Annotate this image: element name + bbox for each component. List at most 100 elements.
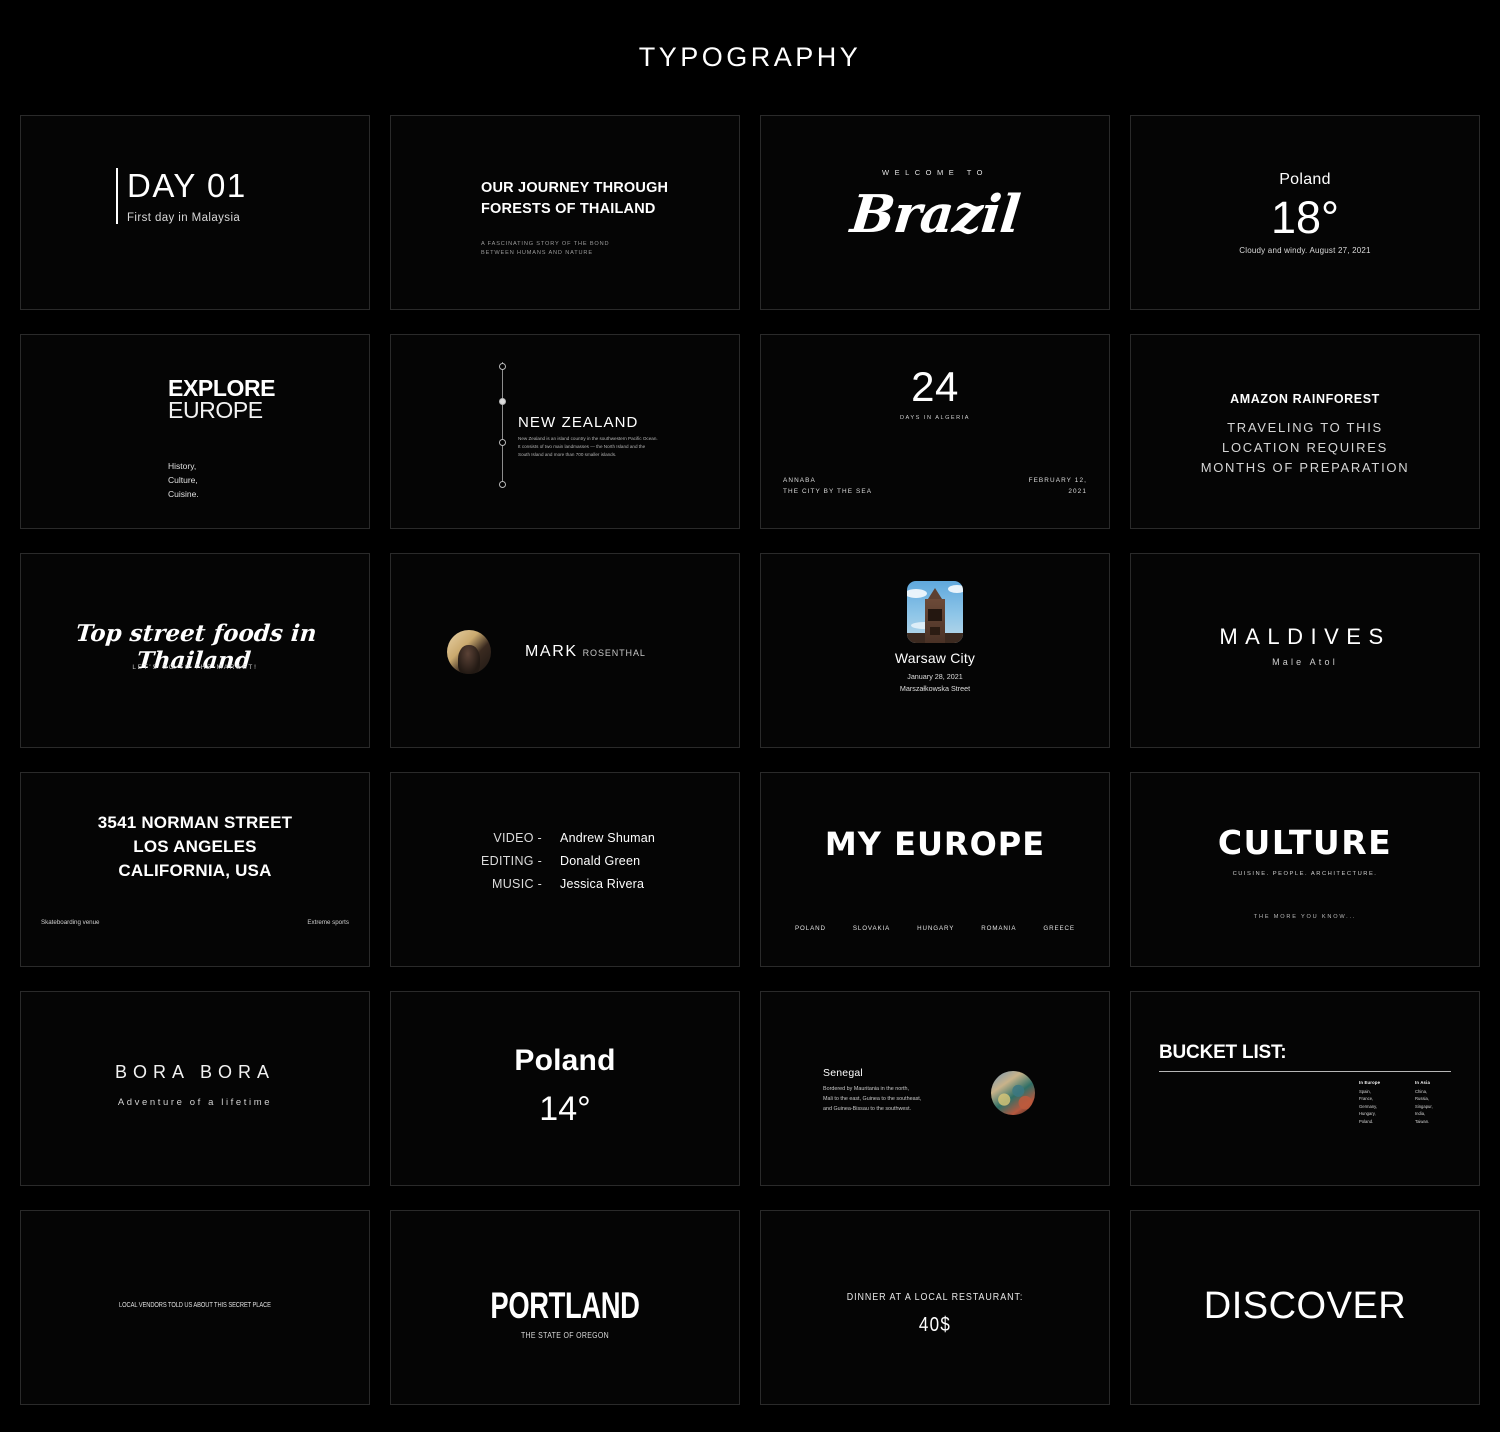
slide-card-culture[interactable]: CULTURE CUISINE. PEOPLE. ARCHITECTURE. T…	[1130, 772, 1480, 967]
slide-card-dinner-price[interactable]: DINNER AT A LOCAL RESTAURANT: 40$	[760, 1210, 1110, 1405]
slide-card-new-zealand[interactable]: NEW ZEALAND New Zealand is an island cou…	[390, 334, 740, 529]
credit-role: EDITING -	[481, 854, 543, 868]
portland-title: PORTLAND	[490, 1285, 640, 1326]
amazon-body-line-1: TRAVELING TO THIS	[1227, 420, 1383, 435]
maldives-subtitle: Male Atol	[1272, 657, 1338, 667]
senegal-body-line-3: and Guinea-Bissau to the southwest.	[823, 1106, 912, 1112]
slide-card-my-europe[interactable]: MY EUROPE POLAND SLOVAKIA HUNGARY ROMANI…	[760, 772, 1110, 967]
amazon-title: AMAZON RAINFOREST	[1230, 392, 1380, 406]
slide-card-credits[interactable]: VIDEO - Andrew Shuman EDITING - Donald G…	[390, 772, 740, 967]
slide-card-poland-weather-14[interactable]: Poland 14°	[390, 991, 740, 1186]
poland14-temperature: 14°	[539, 1090, 591, 1128]
journey-subtitle: A FASCINATING STORY OF THE BOND BETWEEN …	[481, 240, 609, 258]
page-title: TYPOGRAPHY	[638, 42, 862, 72]
myeurope-title: MY EUROPE	[824, 825, 1046, 863]
country-item: POLAND	[795, 925, 826, 932]
slide-card-bora-bora[interactable]: BORA BORA Adventure of a lifetime	[20, 991, 370, 1186]
dinner-price: 40$	[918, 1314, 952, 1336]
algeria-date-line-2: 2021	[1068, 488, 1087, 496]
slide-grid: DAY 01 First day in Malaysia OUR JOURNEY…	[0, 115, 1500, 1405]
timeline-dot-active-icon	[499, 398, 506, 405]
timeline-rule	[502, 362, 503, 484]
timeline-dot-icon	[499, 439, 506, 446]
slide-card-algeria-24-days[interactable]: 24 DAYS IN ALGERIA ANNABA THE CITY BY TH…	[760, 334, 1110, 529]
bucketlist-columns: In Europe Spain, France, Germany, Hungar…	[1359, 1080, 1451, 1125]
person-first-name: MARK	[525, 643, 578, 660]
slide-card-portland[interactable]: PORTLAND THE STATE OF OREGON	[390, 1210, 740, 1405]
cloud-shape	[948, 585, 963, 593]
slide-card-thai-street-food[interactable]: Top street foods in Thailand LET'S GO TO…	[20, 553, 370, 748]
bucketlist-column-items: China, Russia, Singapur, India, Taiwan.	[1415, 1089, 1433, 1124]
address-tag-right: Extreme sports	[307, 919, 349, 926]
explore-keyword-list: History, Culture, Cuisine.	[168, 460, 199, 501]
day01-title: DAY 01	[127, 167, 247, 204]
culture-title: CULTURE	[1217, 823, 1393, 862]
credit-name: Donald Green	[560, 854, 641, 868]
bucketlist-column-asia: In Asia China, Russia, Singapur, India, …	[1415, 1080, 1451, 1125]
journey-subtitle-line-2: BETWEEN HUMANS AND NATURE	[481, 250, 593, 257]
culture-footer: THE MORE YOU KNOW...	[1253, 914, 1357, 920]
slide-card-warsaw-city[interactable]: Warsaw City January 28, 2021 Marszałkows…	[760, 553, 1110, 748]
newzealand-body: New Zealand is an island country in the …	[518, 436, 658, 458]
slide-card-maldives[interactable]: MALDIVES Male Atol	[1130, 553, 1480, 748]
discover-title: DISCOVER	[1203, 1285, 1407, 1327]
day01-block: DAY 01 First day in Malaysia	[116, 167, 247, 224]
credits-table: VIDEO - Andrew Shuman EDITING - Donald G…	[481, 831, 655, 891]
horizontal-rule-divider	[1159, 1071, 1451, 1072]
slide-card-day-01[interactable]: DAY 01 First day in Malaysia	[20, 115, 370, 310]
country-item: SLOVAKIA	[852, 925, 891, 932]
explore-keyword-3: Cuisine.	[168, 488, 199, 499]
myeurope-country-list: POLAND SLOVAKIA HUNGARY ROMANIA GREECE	[795, 925, 1075, 932]
country-item: ROMANIA	[981, 925, 1017, 932]
slide-card-mark-rosenthal[interactable]: MARK ROSENTHAL	[390, 553, 740, 748]
amazon-body-line-2: LOCATION REQUIRES	[1222, 439, 1388, 455]
portland-subtitle: THE STATE OF OREGON	[520, 1330, 610, 1340]
slide-card-explore-europe[interactable]: EXPLORE EUROPE History, Culture, Cuisine…	[20, 334, 370, 529]
address-title: 3541 NORMAN STREET LOS ANGELES CALIFORNI…	[21, 811, 369, 883]
address-tag-left: Skateboarding venue	[41, 919, 100, 926]
journey-title: OUR JOURNEY THROUGH FORESTS OF THAILAND	[481, 178, 668, 219]
algeria-date-block: FEBRUARY 12, 2021	[1029, 475, 1087, 497]
day01-subtitle: First day in Malaysia	[127, 211, 241, 224]
algeria-day-label: DAYS IN ALGERIA	[900, 415, 970, 421]
typography-showcase-page: TYPOGRAPHY DAY 01 First day in Malaysia …	[0, 0, 1500, 1432]
slide-card-address-los-angeles[interactable]: 3541 NORMAN STREET LOS ANGELES CALIFORNI…	[20, 772, 370, 967]
credit-name: Andrew Shuman	[560, 831, 656, 845]
slide-card-amazon-rainforest[interactable]: AMAZON RAINFOREST TRAVELING TO THIS LOCA…	[1130, 334, 1480, 529]
bucketlist-column-header: In Asia	[1415, 1080, 1430, 1085]
poland14-country: Poland	[514, 1044, 616, 1077]
algeria-city-tagline: THE CITY BY THE SEA	[783, 488, 873, 496]
senegal-title: Senegal	[823, 1067, 863, 1079]
person-row: MARK ROSENTHAL	[447, 630, 646, 674]
warsaw-title: Warsaw City	[894, 650, 976, 666]
person-last-name: ROSENTHAL	[582, 648, 646, 658]
warsaw-street: Marszałkowska Street	[899, 683, 971, 693]
slide-card-journey-thailand[interactable]: OUR JOURNEY THROUGH FORESTS OF THAILAND …	[390, 115, 740, 310]
explore-keyword-1: History,	[168, 461, 197, 471]
explore-title-block: EXPLORE EUROPE	[168, 376, 276, 422]
credit-role: VIDEO -	[493, 831, 543, 845]
timeline-dot-icon	[499, 363, 506, 370]
journey-title-line-2: FORESTS OF THAILAND	[481, 200, 656, 217]
culture-subtitle: CUISINE. PEOPLE. ARCHITECTURE.	[1232, 871, 1378, 877]
cloud-shape	[907, 589, 927, 598]
slide-card-brazil[interactable]: WELCOME TO Brazil	[760, 115, 1110, 310]
algeria-city-name: ANNABA	[783, 477, 816, 484]
slide-card-poland-weather-18[interactable]: Poland 18° Cloudy and windy. August 27, …	[1130, 115, 1480, 310]
slide-card-bucket-list[interactable]: BUCKET LIST: In Europe Spain, France, Ge…	[1130, 991, 1480, 1186]
borabora-subtitle: Adventure of a lifetime	[117, 1097, 273, 1108]
dinner-label: DINNER AT A LOCAL RESTAURANT:	[846, 1291, 1024, 1303]
bucketlist-column-header: In Europe	[1359, 1080, 1381, 1085]
slide-card-senegal[interactable]: Senegal Bordered by Mauritania in the no…	[760, 991, 1110, 1186]
senegal-body-line-2: Mali to the east, Guinea to the southeas…	[823, 1096, 922, 1102]
senegal-body: Bordered by Mauritania in the north, Mal…	[823, 1084, 953, 1114]
address-line-2: LOS ANGELES	[133, 837, 257, 857]
warsaw-meta: January 28, 2021 Marszałkowska Street	[761, 671, 1109, 694]
senegal-body-line-1: Bordered by Mauritania in the north,	[823, 1086, 910, 1092]
credit-name: Jessica Rivera	[560, 877, 645, 891]
clock-tower-shape	[925, 599, 945, 643]
poland18-note: Cloudy and windy. August 27, 2021	[1239, 246, 1371, 255]
bucketlist-column-europe: In Europe Spain, France, Germany, Hungar…	[1359, 1080, 1395, 1125]
slide-card-local-vendors[interactable]: LOCAL VENDORS TOLD US ABOUT THIS SECRET …	[20, 1210, 370, 1405]
slide-card-discover[interactable]: DISCOVER	[1130, 1210, 1480, 1405]
